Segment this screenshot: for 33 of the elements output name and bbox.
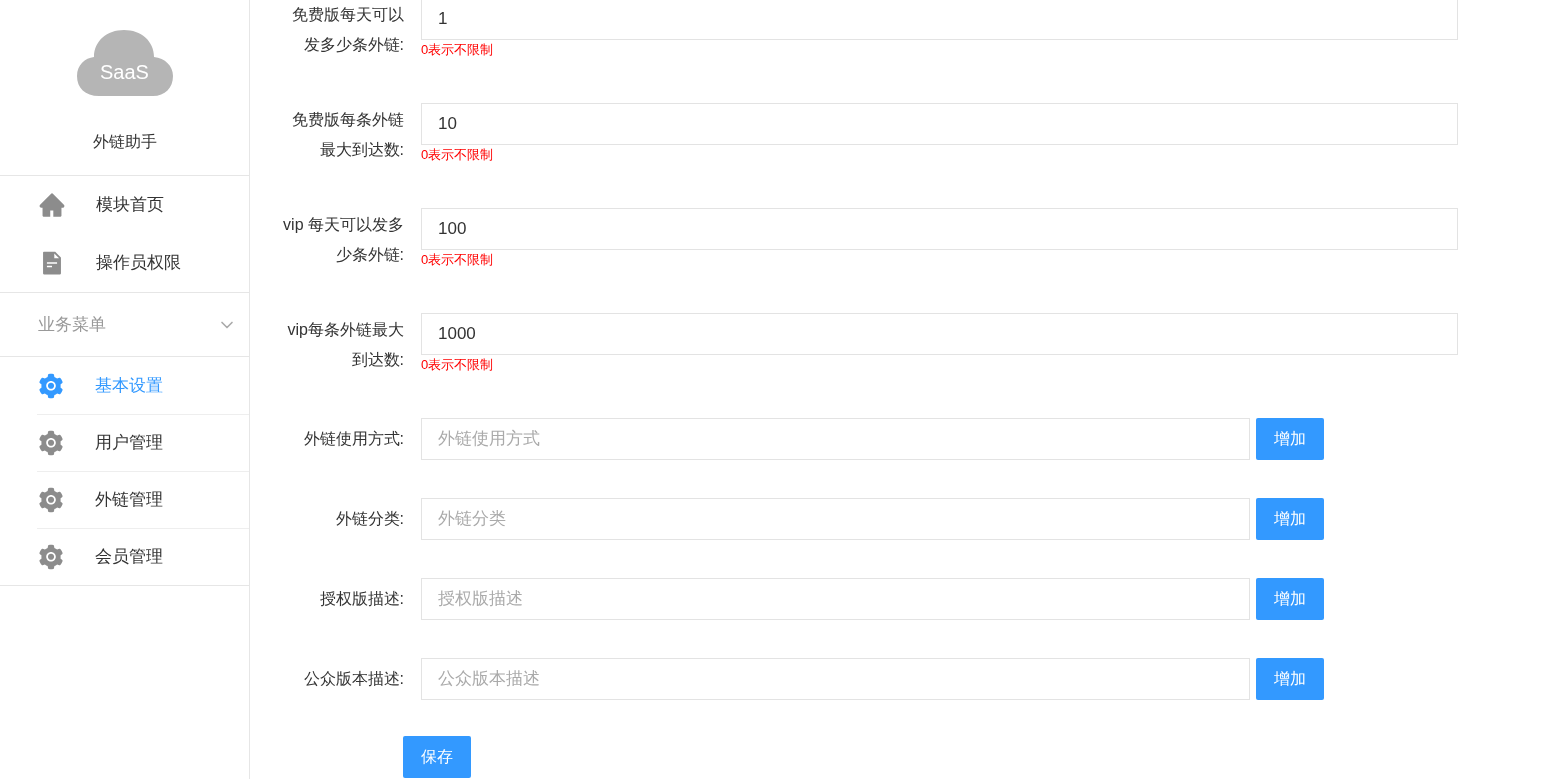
number-field[interactable]: 1000 — [421, 313, 1458, 355]
settings-icon — [37, 543, 65, 571]
field-label: 外链使用方式: — [302, 429, 404, 449]
menu-item[interactable]: 操作员权限 — [0, 234, 249, 292]
menu-item[interactable]: 用户管理 — [37, 414, 249, 471]
app-name: 外链助手 — [92, 132, 157, 152]
text-field[interactable]: 外链分类 — [421, 498, 1250, 540]
menu-item[interactable]: 外链管理 — [37, 471, 249, 528]
field-label: vip 每天可以发多少条外链: — [282, 215, 404, 265]
field-label: 免费版每天可以发多少条外链: — [291, 5, 404, 55]
number-field[interactable]: 100 — [421, 208, 1458, 250]
number-field[interactable]: 10 — [421, 103, 1458, 145]
menu-item[interactable]: 会员管理 — [37, 528, 249, 585]
text-field[interactable]: 公众版本描述 — [421, 658, 1250, 700]
field-label: vip每条外链最大到达数: — [286, 320, 404, 370]
text-field[interactable]: 授权版描述 — [421, 578, 1250, 620]
menu-item[interactable]: 模块首页 — [0, 176, 249, 234]
field-label: 免费版每条外链最大到达数: — [291, 110, 404, 160]
field-label: 授权版描述: — [318, 589, 404, 609]
number-field[interactable]: 1 — [421, 0, 1458, 40]
settings-icon — [37, 429, 65, 457]
hint-text: 0表示不限制 — [421, 356, 495, 374]
logo-text: SaaS — [99, 60, 150, 84]
hint-text: 0表示不限制 — [421, 146, 495, 164]
hint-text: 0表示不限制 — [421, 41, 495, 59]
home-icon — [38, 191, 66, 219]
hint-text: 0表示不限制 — [421, 251, 495, 269]
field-label: 外链分类: — [334, 509, 404, 529]
text-field[interactable]: 外链使用方式 — [421, 418, 1250, 460]
field-label: 公众版本描述: — [302, 669, 404, 689]
cloud-icon — [76, 28, 173, 98]
settings-icon — [37, 371, 65, 400]
settings-icon — [37, 486, 65, 514]
